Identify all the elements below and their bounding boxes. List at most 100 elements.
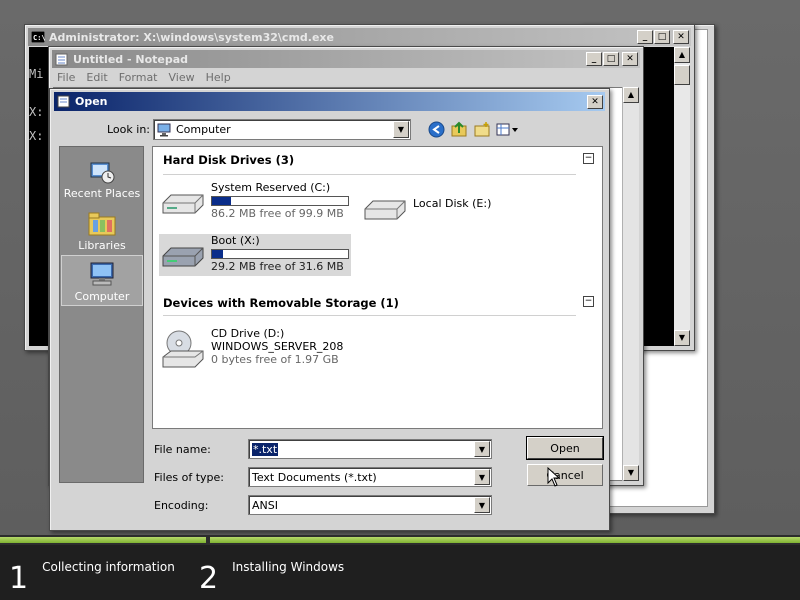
drive-name: Local Disk (E:) <box>413 197 492 210</box>
hard-drive-icon <box>159 189 207 221</box>
file-name-value: *.txt <box>250 441 280 457</box>
file-list-view[interactable]: Hard Disk Drives (3) − System Reserved (… <box>152 146 603 429</box>
svg-text:C:\: C:\ <box>33 34 45 42</box>
encoding-value: ANSI <box>252 498 278 512</box>
notepad-icon <box>57 95 71 108</box>
drive-name: System Reserved (C:) <box>211 181 331 194</box>
scroll-down-arrow-icon[interactable]: ▼ <box>623 465 639 481</box>
drive-volume-label: WINDOWS_SERVER_208 <box>211 340 344 353</box>
console-line: Mi <box>29 67 44 81</box>
cmd-icon: C:\ <box>30 30 46 44</box>
mouse-cursor-icon <box>547 466 561 490</box>
encoding-dropdown[interactable]: ANSI ▼ <box>248 495 492 515</box>
group-header-hard-disks[interactable]: Hard Disk Drives (3) <box>163 153 294 167</box>
scroll-thumb[interactable] <box>674 65 690 85</box>
hard-drive-icon <box>159 242 207 274</box>
menu-file[interactable]: File <box>57 71 75 84</box>
chevron-down-icon[interactable]: ▼ <box>474 469 490 485</box>
cancel-button[interactable]: Cancel <box>527 464 603 486</box>
chevron-down-icon[interactable]: ▼ <box>393 121 409 138</box>
group-divider <box>163 315 576 316</box>
step-number: 1 <box>9 561 29 596</box>
open-button[interactable]: Open <box>527 437 603 459</box>
notepad-scrollbar[interactable]: ▲ ▼ <box>622 87 639 481</box>
menu-format[interactable]: Format <box>119 71 158 84</box>
place-computer[interactable]: Computer <box>61 255 143 306</box>
files-of-type-value: Text Documents (*.txt) <box>252 470 377 484</box>
scroll-down-arrow-icon[interactable]: ▼ <box>674 330 690 346</box>
setup-steps-bar: 1 Collecting information 2 Installing Wi… <box>0 545 800 600</box>
computer-icon <box>157 123 173 137</box>
close-button[interactable]: ✕ <box>587 94 603 109</box>
files-of-type-dropdown[interactable]: Text Documents (*.txt) ▼ <box>248 467 492 487</box>
drive-free-space: 86.2 MB free of 99.9 MB <box>211 207 344 220</box>
step-label: Collecting information <box>42 560 175 574</box>
places-bar: Recent Places Libraries Computer <box>59 146 144 483</box>
minimize-button[interactable]: _ <box>586 52 602 66</box>
menu-edit[interactable]: Edit <box>86 71 107 84</box>
notepad-title: Untitled - Notepad <box>73 52 189 66</box>
collapse-icon[interactable]: − <box>583 296 594 307</box>
drive-local-disk[interactable]: Local Disk (E:) <box>361 195 491 227</box>
place-recent-places[interactable]: Recent Places <box>61 151 143 202</box>
notepad-icon <box>55 53 69 66</box>
place-label: Computer <box>74 290 130 303</box>
encoding-label: Encoding: <box>154 499 209 512</box>
close-button[interactable]: ✕ <box>673 30 689 44</box>
file-name-input[interactable]: *.txt ▼ <box>248 439 492 459</box>
drive-free-space: 0 bytes free of 1.97 GB <box>211 353 339 366</box>
drive-boot[interactable]: Boot (X:) 29.2 MB free of 31.6 MB <box>159 234 351 276</box>
scroll-up-arrow-icon[interactable]: ▲ <box>623 87 639 103</box>
place-label: Libraries <box>78 239 126 252</box>
scroll-up-arrow-icon[interactable]: ▲ <box>674 47 690 63</box>
collapse-icon[interactable]: − <box>583 153 594 164</box>
files-of-type-label: Files of type: <box>154 471 225 484</box>
cd-drive-icon <box>159 329 207 371</box>
cmd-titlebar[interactable]: C:\ Administrator: X:\windows\system32\c… <box>28 28 691 46</box>
look-in-dropdown[interactable]: Computer ▼ <box>153 119 411 140</box>
look-in-label: Look in: <box>107 123 150 136</box>
console-line: X: <box>29 105 44 119</box>
chevron-down-icon[interactable]: ▼ <box>474 497 490 513</box>
place-label: Recent Places <box>63 187 141 200</box>
group-header-removable[interactable]: Devices with Removable Storage (1) <box>163 296 399 310</box>
view-menu-icon[interactable] <box>496 120 520 139</box>
group-divider <box>163 174 576 175</box>
dialog-toolbar <box>427 120 520 139</box>
maximize-button[interactable]: □ <box>603 52 619 66</box>
menu-view[interactable]: View <box>169 71 195 84</box>
hard-drive-icon <box>361 195 409 227</box>
progress-segment-collecting <box>0 537 206 543</box>
drive-cd[interactable]: CD Drive (D:) WINDOWS_SERVER_208 0 bytes… <box>159 327 344 371</box>
open-dialog-titlebar[interactable]: Open ✕ <box>54 92 605 111</box>
recent-places-icon <box>88 157 116 187</box>
capacity-bar <box>211 196 349 206</box>
look-in-row: Look in: Computer ▼ <box>50 119 609 141</box>
chevron-down-icon[interactable]: ▼ <box>474 441 490 457</box>
minimize-button[interactable]: _ <box>637 30 653 44</box>
new-folder-icon[interactable] <box>473 120 492 139</box>
drive-name: CD Drive (D:) <box>211 327 285 340</box>
computer-icon <box>87 260 117 290</box>
console-line: X: <box>29 129 44 143</box>
step-label: Installing Windows <box>232 560 345 574</box>
maximize-button[interactable]: □ <box>654 30 670 44</box>
open-dialog[interactable]: Open ✕ Look in: Computer ▼ Recent Places… <box>49 88 610 531</box>
place-libraries[interactable]: Libraries <box>61 203 143 254</box>
menu-help[interactable]: Help <box>206 71 231 84</box>
notepad-menubar: File Edit Format View Help <box>53 69 639 86</box>
drive-system-reserved[interactable]: System Reserved (C:) 86.2 MB free of 99.… <box>159 181 349 221</box>
up-folder-icon[interactable] <box>450 120 469 139</box>
step-number: 2 <box>199 561 219 596</box>
progress-segment-installing <box>210 537 800 543</box>
file-name-label: File name: <box>154 443 211 456</box>
setup-step-collecting: 1 Collecting information <box>9 553 175 597</box>
setup-step-installing: 2 Installing Windows <box>199 553 344 597</box>
back-icon[interactable] <box>427 120 446 139</box>
drive-free-space: 29.2 MB free of 31.6 MB <box>211 260 344 273</box>
capacity-fill <box>212 197 232 205</box>
close-button[interactable]: ✕ <box>622 52 638 66</box>
setup-progress-bar <box>0 535 800 545</box>
cmd-scrollbar[interactable]: ▲ ▼ <box>674 47 690 346</box>
notepad-titlebar[interactable]: Untitled - Notepad _ □ ✕ <box>52 50 640 68</box>
